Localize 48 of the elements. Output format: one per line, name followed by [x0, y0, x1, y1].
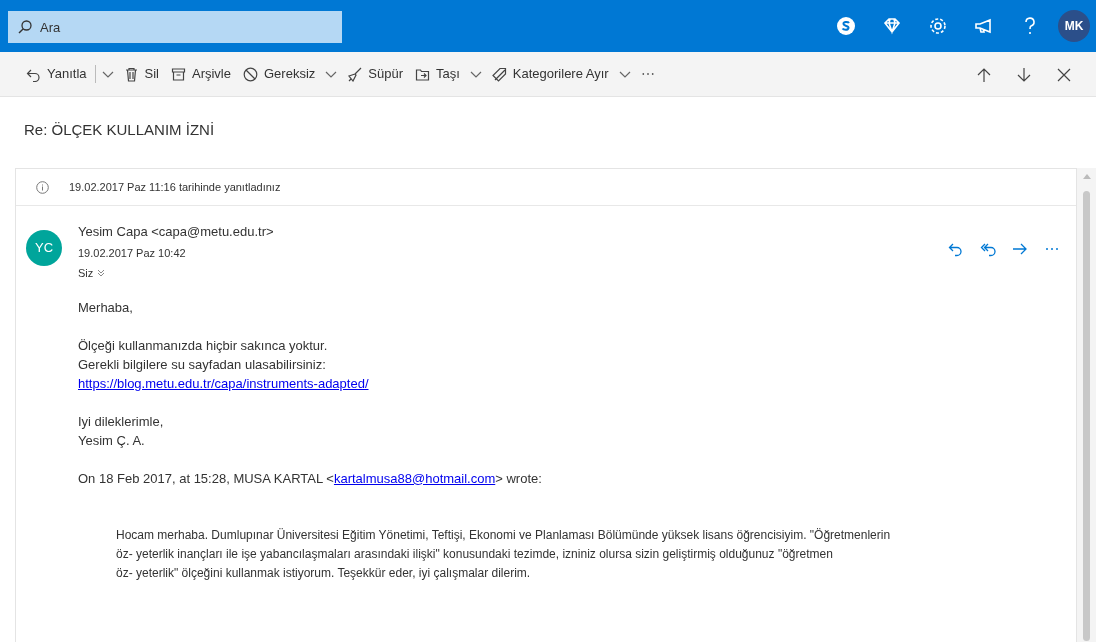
trash-icon	[123, 66, 139, 82]
quoted-text: öz- yeterlik inançları ile işe yabancılaşmaları arasındaki ilişki" konusundaki tezimde, izniniz olursa sizin geliştirmiş olduğunuz "öğretmen	[116, 545, 834, 563]
reply-button[interactable]: Yanıtla	[20, 59, 93, 89]
scrollbar[interactable]	[1077, 168, 1096, 642]
close-icon[interactable]	[1056, 66, 1072, 83]
toolbar-button[interactable]: Süpür	[341, 59, 409, 89]
body-text: Merhaba,	[78, 298, 134, 317]
body-text: Gerekli bilgilere su sayfadan ulasabilirsiniz:	[78, 355, 327, 374]
info-icon	[36, 180, 49, 194]
body-text: Yesim Ç. A.	[78, 431, 146, 450]
skype-icon[interactable]	[836, 16, 856, 36]
body-text: Ölçeği kullanmanızda hiçbir sakınca yoktur.	[78, 336, 329, 355]
sender-avatar: YC	[26, 230, 62, 266]
more-button[interactable]: ⋯	[634, 59, 661, 89]
broom-icon	[347, 66, 363, 82]
quoted-text: öz- yeterlik" ölçeğini kullanmak istiyorum. Teşekkür eder, iyi çalışmalar dilerim.	[116, 564, 532, 582]
block-icon	[243, 66, 258, 82]
tag-icon	[491, 66, 507, 82]
quoted-text: Hocam merhaba. Dumlupınar Üniversitesi Eğitim Yönetimi, Teftişi, Ekonomi ve Planlaması Bölümünde yüksek lisans öğrencisiyim. "Öğretmenlerin	[116, 526, 892, 544]
archive-icon	[170, 66, 186, 82]
search-field[interactable]: Ara	[8, 11, 342, 43]
up-arrow-icon[interactable]	[976, 66, 992, 83]
search-icon	[18, 20, 32, 34]
toolbar-button[interactable]: Taşı	[409, 59, 466, 89]
folder-icon	[415, 66, 430, 82]
attribution-text: On 18 Feb 2017, at 15:28, MUSA KARTAL <kartalmusa88@hotmail.com> wrote:	[78, 469, 542, 488]
recipient-label: Siz	[78, 266, 94, 281]
link[interactable]: https://blog.metu.edu.tr/capa/instruments-adapted/	[78, 373, 369, 393]
toolbar-button[interactable]: Sil	[117, 59, 165, 89]
body-text: Iyi dileklerimle,	[78, 412, 165, 431]
toolbar-button[interactable]: Kategorilere Ayır	[485, 59, 615, 89]
chevron-icon[interactable]	[325, 69, 338, 79]
megaphone-icon[interactable]	[974, 16, 994, 36]
toolbar-button[interactable]: Arşivle	[164, 59, 237, 89]
settings-icon[interactable]	[928, 16, 948, 36]
sender-name: Yesim Capa <capa@metu.edu.tr>	[78, 223, 274, 241]
email-link[interactable]: kartalmusa88@hotmail.com	[333, 470, 496, 486]
chevron-icon[interactable]	[469, 69, 482, 79]
chevron-icon[interactable]	[101, 69, 114, 79]
reply-notice: 19.02.2017 Paz 11:16 tarihinde yanıtladınız	[69, 179, 281, 195]
toolbar-button[interactable]: Gereksiz	[237, 59, 322, 89]
message-date: 19.02.2017 Paz 10:42	[78, 245, 187, 261]
account-avatar[interactable]: MK	[1058, 10, 1090, 42]
down-arrow-icon[interactable]	[1016, 66, 1032, 83]
email-subject: Re: ÖLÇEK KULLANIM İZNİ	[23, 120, 216, 140]
diamond-icon[interactable]	[882, 16, 902, 36]
chevron-icon[interactable]	[97, 269, 106, 278]
chevron-icon[interactable]	[618, 69, 631, 79]
